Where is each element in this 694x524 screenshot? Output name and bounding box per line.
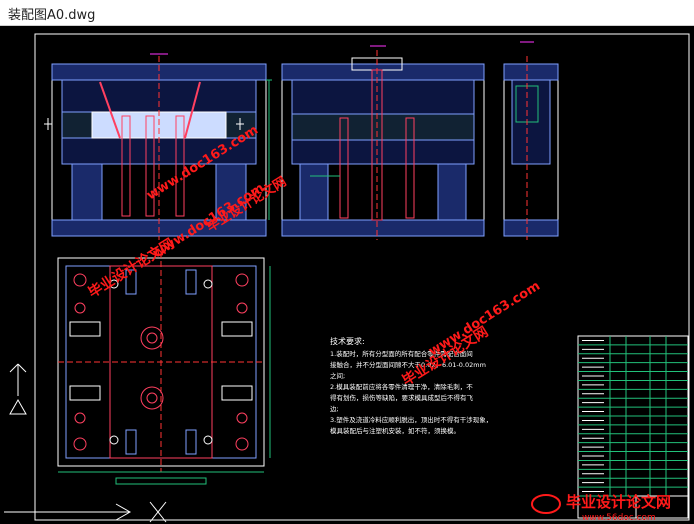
cad-drawing-canvas[interactable]: 技术要求: 1.装配时，所有分型面的所有配合零件需配合面间 接触合，并不分型面间…	[0, 26, 694, 524]
tech-note-line: 模具装配后与注塑机安装，如不符，须换模。	[330, 426, 460, 435]
site-logo: 毕业设计论文网 www.56doc.com	[531, 493, 671, 523]
watermark-text: www.doc163.com	[426, 279, 543, 360]
bill-of-materials	[577, 335, 689, 519]
tech-note-line: 之间;	[330, 371, 345, 380]
tech-notes-heading: 技术要求:	[330, 336, 365, 346]
tech-note-line: 边;	[330, 405, 339, 413]
end-view	[503, 41, 559, 240]
tech-note-line: 2.模具装配前应将各零件清理干净，清除毛刺，不	[330, 382, 473, 391]
logo-name: 毕业设计论文网	[566, 493, 671, 511]
ucs-icon	[4, 363, 167, 523]
side-section-view	[281, 45, 485, 240]
window-titlebar: 装配图A0.dwg	[0, 0, 694, 26]
tech-note-line: 3.塑件及浇道冷料应顺利脱出，顶出时不得有干涉现象，	[330, 415, 492, 424]
drawing-svg: 技术要求: 1.装配时，所有分型面的所有配合零件需配合面间 接触合，并不分型面间…	[4, 33, 690, 523]
logo-emblem-icon	[531, 494, 561, 514]
tech-note-line: 得有划伤，损伤等缺陷，要求模具成型后不得有飞	[330, 393, 474, 402]
tech-note-line: 接触合，并不分型面间隙不大于0.02，6.01-0.02mm	[330, 360, 486, 369]
bom-rows	[578, 339, 688, 497]
logo-url: www.56doc.com	[582, 513, 656, 523]
window-title: 装配图A0.dwg	[8, 8, 96, 23]
